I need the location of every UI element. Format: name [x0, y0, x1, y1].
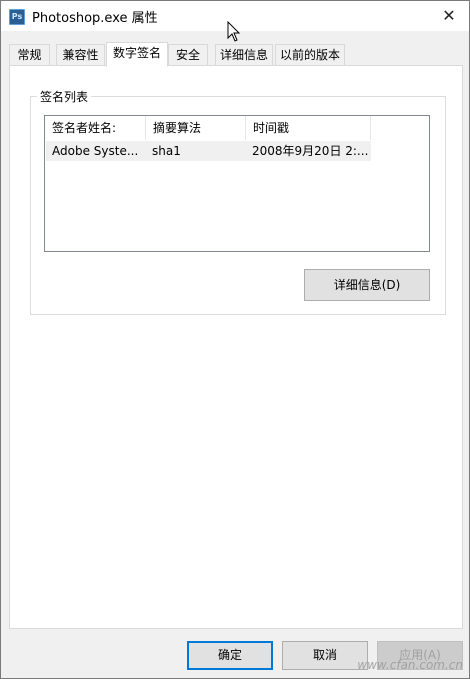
- tab-panel-digital-signatures: 签名列表 签名者姓名: 摘要算法 时间戳 Adobe Syste... sha1…: [9, 65, 463, 629]
- tab-security[interactable]: 安全: [168, 44, 208, 66]
- signature-list-group: 签名列表 签名者姓名: 摘要算法 时间戳 Adobe Syste... sha1…: [30, 88, 446, 315]
- tab-details[interactable]: 详细信息: [215, 44, 273, 66]
- signature-list[interactable]: 签名者姓名: 摘要算法 时间戳 Adobe Syste... sha1 2008…: [44, 115, 430, 252]
- column-header-signer[interactable]: 签名者姓名:: [45, 116, 146, 140]
- window-title: Photoshop.exe 属性: [32, 11, 158, 26]
- tab-previous-versions[interactable]: 以前的版本: [275, 44, 345, 66]
- column-header-digest[interactable]: 摘要算法: [146, 116, 246, 140]
- cancel-button[interactable]: 取消: [282, 641, 368, 670]
- tab-digital-signatures[interactable]: 数字签名: [106, 42, 168, 67]
- list-header: 签名者姓名: 摘要算法 时间戳: [45, 116, 371, 140]
- watermark-text: www.cfan.com.cn: [357, 658, 463, 672]
- tab-general[interactable]: 常规: [9, 44, 50, 66]
- digest-cell: sha1: [152, 144, 181, 158]
- tab-compatibility[interactable]: 兼容性: [56, 44, 105, 66]
- mouse-pointer-icon: [227, 21, 241, 42]
- ok-button[interactable]: 确定: [187, 641, 273, 670]
- close-button[interactable]: ✕: [435, 5, 463, 27]
- column-header-timestamp[interactable]: 时间戳: [246, 116, 371, 140]
- table-row[interactable]: Adobe Syste... sha1 2008年9月20日 2:...: [46, 141, 371, 161]
- photoshop-app-icon: Ps: [9, 9, 25, 25]
- properties-window: Ps Photoshop.exe 属性 ✕ 常规 兼容性 数字签名 安全 详细信…: [0, 0, 470, 679]
- timestamp-cell: 2008年9月20日 2:...: [252, 144, 369, 158]
- tab-strip: 常规 兼容性 数字签名 安全 详细信息 以前的版本: [9, 42, 463, 67]
- details-button[interactable]: 详细信息(D): [304, 269, 430, 301]
- signer-cell: Adobe Syste...: [52, 144, 139, 158]
- signature-list-label: 签名列表: [37, 88, 92, 105]
